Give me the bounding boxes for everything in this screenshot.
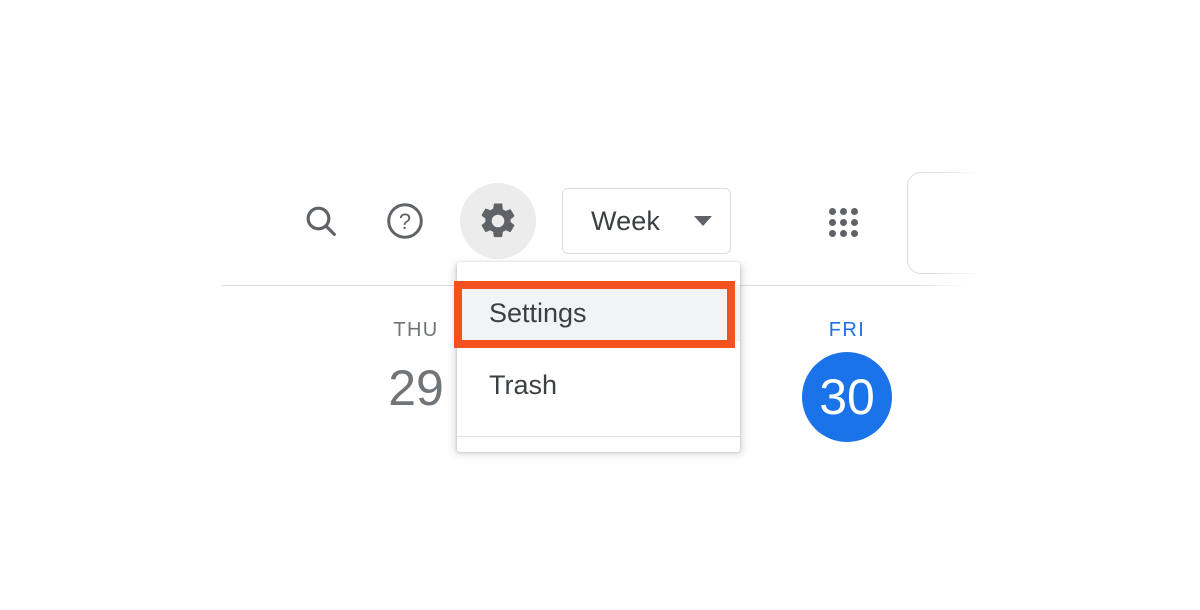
gear-icon (481, 203, 515, 238)
view-selector-button[interactable]: Week (562, 188, 731, 254)
apps-grid-icon (828, 207, 858, 237)
settings-button[interactable] (460, 183, 536, 259)
day-name-fri: FRI (828, 319, 866, 341)
menu-item-settings-label: Settings (489, 297, 587, 328)
menu-item-trash[interactable]: Trash (457, 357, 740, 413)
chevron-down-icon (694, 216, 712, 226)
google-apps-button[interactable] (818, 197, 866, 245)
menu-separator (457, 436, 740, 437)
question-mark-circle-icon: ? (387, 203, 423, 239)
help-button[interactable]: ? (381, 197, 429, 245)
calendar-screenshot: ? Week THU 29 FRI 30 Settings Trash (0, 0, 1200, 610)
settings-dropdown-menu: Settings Trash (457, 262, 740, 452)
menu-item-settings[interactable]: Settings (457, 285, 740, 341)
search-button[interactable] (297, 197, 345, 245)
day-number-fri-today[interactable]: 30 (802, 352, 892, 442)
right-panel-card (907, 172, 1069, 274)
day-column-fri[interactable]: FRI 30 (787, 318, 907, 442)
menu-item-trash-label: Trash (489, 369, 558, 400)
search-icon (306, 206, 336, 236)
view-selector-label: Week (591, 205, 660, 236)
menu-bottom-fade (440, 448, 760, 488)
svg-text:?: ? (399, 209, 411, 234)
right-edge-fade (930, 0, 1200, 610)
